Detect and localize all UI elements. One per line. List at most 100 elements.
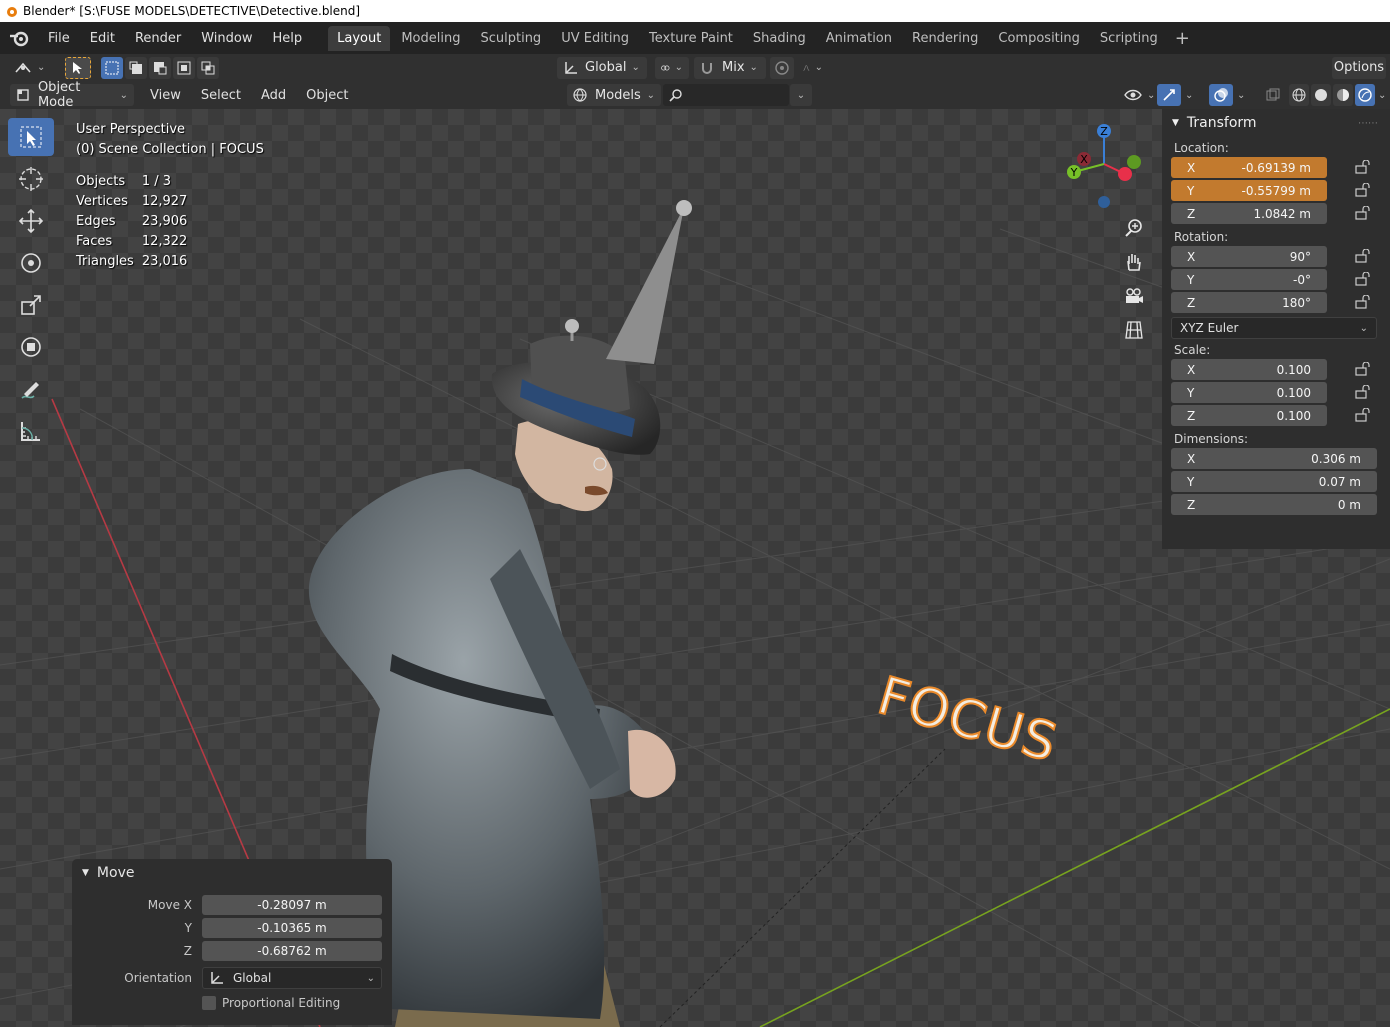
visibility-dropdown[interactable]: ⌄: [1118, 84, 1161, 106]
select-mode-new-button[interactable]: [101, 56, 124, 79]
add-workspace-icon[interactable]: +: [1169, 28, 1196, 49]
rotate-tool[interactable]: [8, 244, 54, 282]
dimensions-x-field[interactable]: X 0.306 m: [1171, 448, 1377, 469]
zoom-icon[interactable]: [1120, 215, 1148, 241]
scale-z-field[interactable]: Z 0.100: [1171, 405, 1370, 426]
wireframe-shading-button[interactable]: [1289, 84, 1309, 106]
rotation-mode-dropdown[interactable]: XYZ Euler ⌄: [1171, 317, 1377, 339]
shading-dropdown[interactable]: ⌄: [1378, 84, 1386, 106]
proportional-falloff-dropdown[interactable]: ⌄: [797, 57, 829, 79]
location-y-field[interactable]: Y -0.55799 m: [1171, 180, 1370, 201]
rotation-x-field[interactable]: X 90°: [1171, 246, 1370, 267]
cursor-tool[interactable]: [8, 160, 54, 198]
drag-handle-icon[interactable]: ⋯⋯: [1358, 118, 1378, 129]
unlock-icon[interactable]: [1355, 362, 1373, 376]
annotate-tool[interactable]: [8, 370, 54, 408]
unlock-icon[interactable]: [1355, 183, 1373, 197]
select-mode-subtract-button[interactable]: [149, 56, 172, 79]
overlays-toggle[interactable]: [1209, 84, 1233, 106]
tab-compositing[interactable]: Compositing: [989, 26, 1089, 51]
gizmo-dropdown[interactable]: ⌄: [1183, 84, 1195, 106]
tab-uv-editing[interactable]: UV Editing: [552, 26, 638, 51]
add-menu[interactable]: Add: [251, 88, 296, 103]
move-panel-header[interactable]: ▼ Move: [72, 859, 392, 887]
menu-render[interactable]: Render: [125, 31, 191, 46]
select-extend-icon: [129, 61, 143, 74]
unlock-icon[interactable]: [1355, 385, 1373, 399]
rendered-shading-button[interactable]: [1355, 84, 1375, 106]
globe-icon: [573, 88, 587, 102]
object-menu[interactable]: Object: [296, 88, 358, 103]
menu-file[interactable]: File: [38, 31, 80, 46]
dimensions-y-field[interactable]: Y 0.07 m: [1171, 471, 1377, 492]
move-x-field[interactable]: -0.28097 m: [202, 894, 382, 915]
move-tool[interactable]: [8, 202, 54, 240]
tab-sculpting[interactable]: Sculpting: [471, 26, 550, 51]
orientation-dropdown[interactable]: Global ⌄: [202, 967, 382, 989]
options-button[interactable]: Options: [1332, 56, 1386, 79]
unlock-icon[interactable]: [1355, 249, 1373, 263]
view-menu[interactable]: View: [140, 88, 191, 103]
collection-dropdown[interactable]: Models ⌄: [567, 84, 661, 106]
tab-scripting[interactable]: Scripting: [1091, 26, 1167, 51]
solid-shading-button[interactable]: [1311, 84, 1331, 106]
tab-shading[interactable]: Shading: [744, 26, 815, 51]
collapse-triangle-icon[interactable]: ▼: [1172, 118, 1179, 128]
viewport-search-input[interactable]: [663, 84, 789, 106]
rotation-mode-value: XYZ Euler: [1180, 321, 1239, 335]
navigation-gizmo[interactable]: Z X Y: [1060, 119, 1150, 219]
scale-x-field[interactable]: X 0.100: [1171, 359, 1370, 380]
tab-layout[interactable]: Layout: [328, 25, 391, 51]
overlays-dropdown[interactable]: ⌄: [1235, 84, 1247, 106]
menu-help[interactable]: Help: [263, 31, 313, 46]
unlock-icon[interactable]: [1355, 408, 1373, 422]
rotation-y-field[interactable]: Y -0°: [1171, 269, 1370, 290]
select-menu[interactable]: Select: [191, 88, 251, 103]
unlock-icon[interactable]: [1355, 160, 1373, 174]
blender-logo-icon[interactable]: [8, 27, 30, 49]
dimensions-z-field[interactable]: Z 0 m: [1171, 494, 1377, 515]
tab-modeling[interactable]: Modeling: [392, 26, 469, 51]
move-z-field[interactable]: -0.68762 m: [202, 940, 382, 961]
scale-y-field[interactable]: Y 0.100: [1171, 382, 1370, 403]
filter-dropdown[interactable]: ⌄: [790, 84, 812, 106]
proportional-editing-toggle[interactable]: [770, 56, 794, 79]
gizmo-toggle[interactable]: [1157, 84, 1181, 106]
tab-rendering[interactable]: Rendering: [903, 26, 987, 51]
editor-type-button[interactable]: ⌄: [8, 57, 51, 79]
location-z-field[interactable]: Z 1.0842 m: [1171, 203, 1370, 224]
pivot-point-dropdown[interactable]: ⌄: [655, 56, 689, 79]
location-x-field[interactable]: X -0.69139 m: [1171, 157, 1370, 178]
unlock-icon[interactable]: [1355, 295, 1373, 309]
select-mode-extend-button[interactable]: [125, 56, 148, 79]
tab-animation[interactable]: Animation: [817, 26, 901, 51]
snap-mode-dropdown[interactable]: Mix ⌄: [694, 56, 766, 79]
object-mode-dropdown[interactable]: Object Mode ⌄: [10, 80, 134, 110]
select-tool-header-button[interactable]: [65, 56, 92, 79]
select-mode-intersect-button[interactable]: [197, 56, 220, 79]
unlock-icon[interactable]: [1355, 272, 1373, 286]
menu-edit[interactable]: Edit: [80, 31, 125, 46]
scale-tool[interactable]: [8, 286, 54, 324]
transform-panel-header[interactable]: ▼ Transform ⋯⋯: [1162, 109, 1390, 137]
unlock-icon[interactable]: [1355, 206, 1373, 220]
collapse-triangle-icon[interactable]: ▼: [82, 868, 89, 878]
menu-window[interactable]: Window: [191, 31, 262, 46]
perspective-grid-icon[interactable]: [1120, 317, 1148, 343]
rotation-z-field[interactable]: Z 180°: [1171, 292, 1370, 313]
transform-tool[interactable]: [8, 328, 54, 366]
pan-hand-icon[interactable]: [1120, 249, 1148, 275]
select-box-tool[interactable]: [8, 118, 54, 156]
cursor-icon: [73, 61, 83, 74]
transform-orientation-dropdown[interactable]: Global ⌄: [557, 56, 647, 79]
link-icon: [661, 64, 670, 71]
tab-texture-paint[interactable]: Texture Paint: [640, 26, 742, 51]
measure-tool[interactable]: [8, 412, 54, 450]
material-shading-button[interactable]: [1333, 84, 1353, 106]
proportional-editing-checkbox[interactable]: [202, 995, 216, 1010]
move-y-field[interactable]: -0.10365 m: [202, 917, 382, 938]
xray-toggle[interactable]: [1262, 84, 1284, 106]
camera-view-icon[interactable]: [1120, 283, 1148, 309]
stats-value: 23,016: [141, 254, 188, 269]
select-mode-invert-button[interactable]: [173, 56, 196, 79]
